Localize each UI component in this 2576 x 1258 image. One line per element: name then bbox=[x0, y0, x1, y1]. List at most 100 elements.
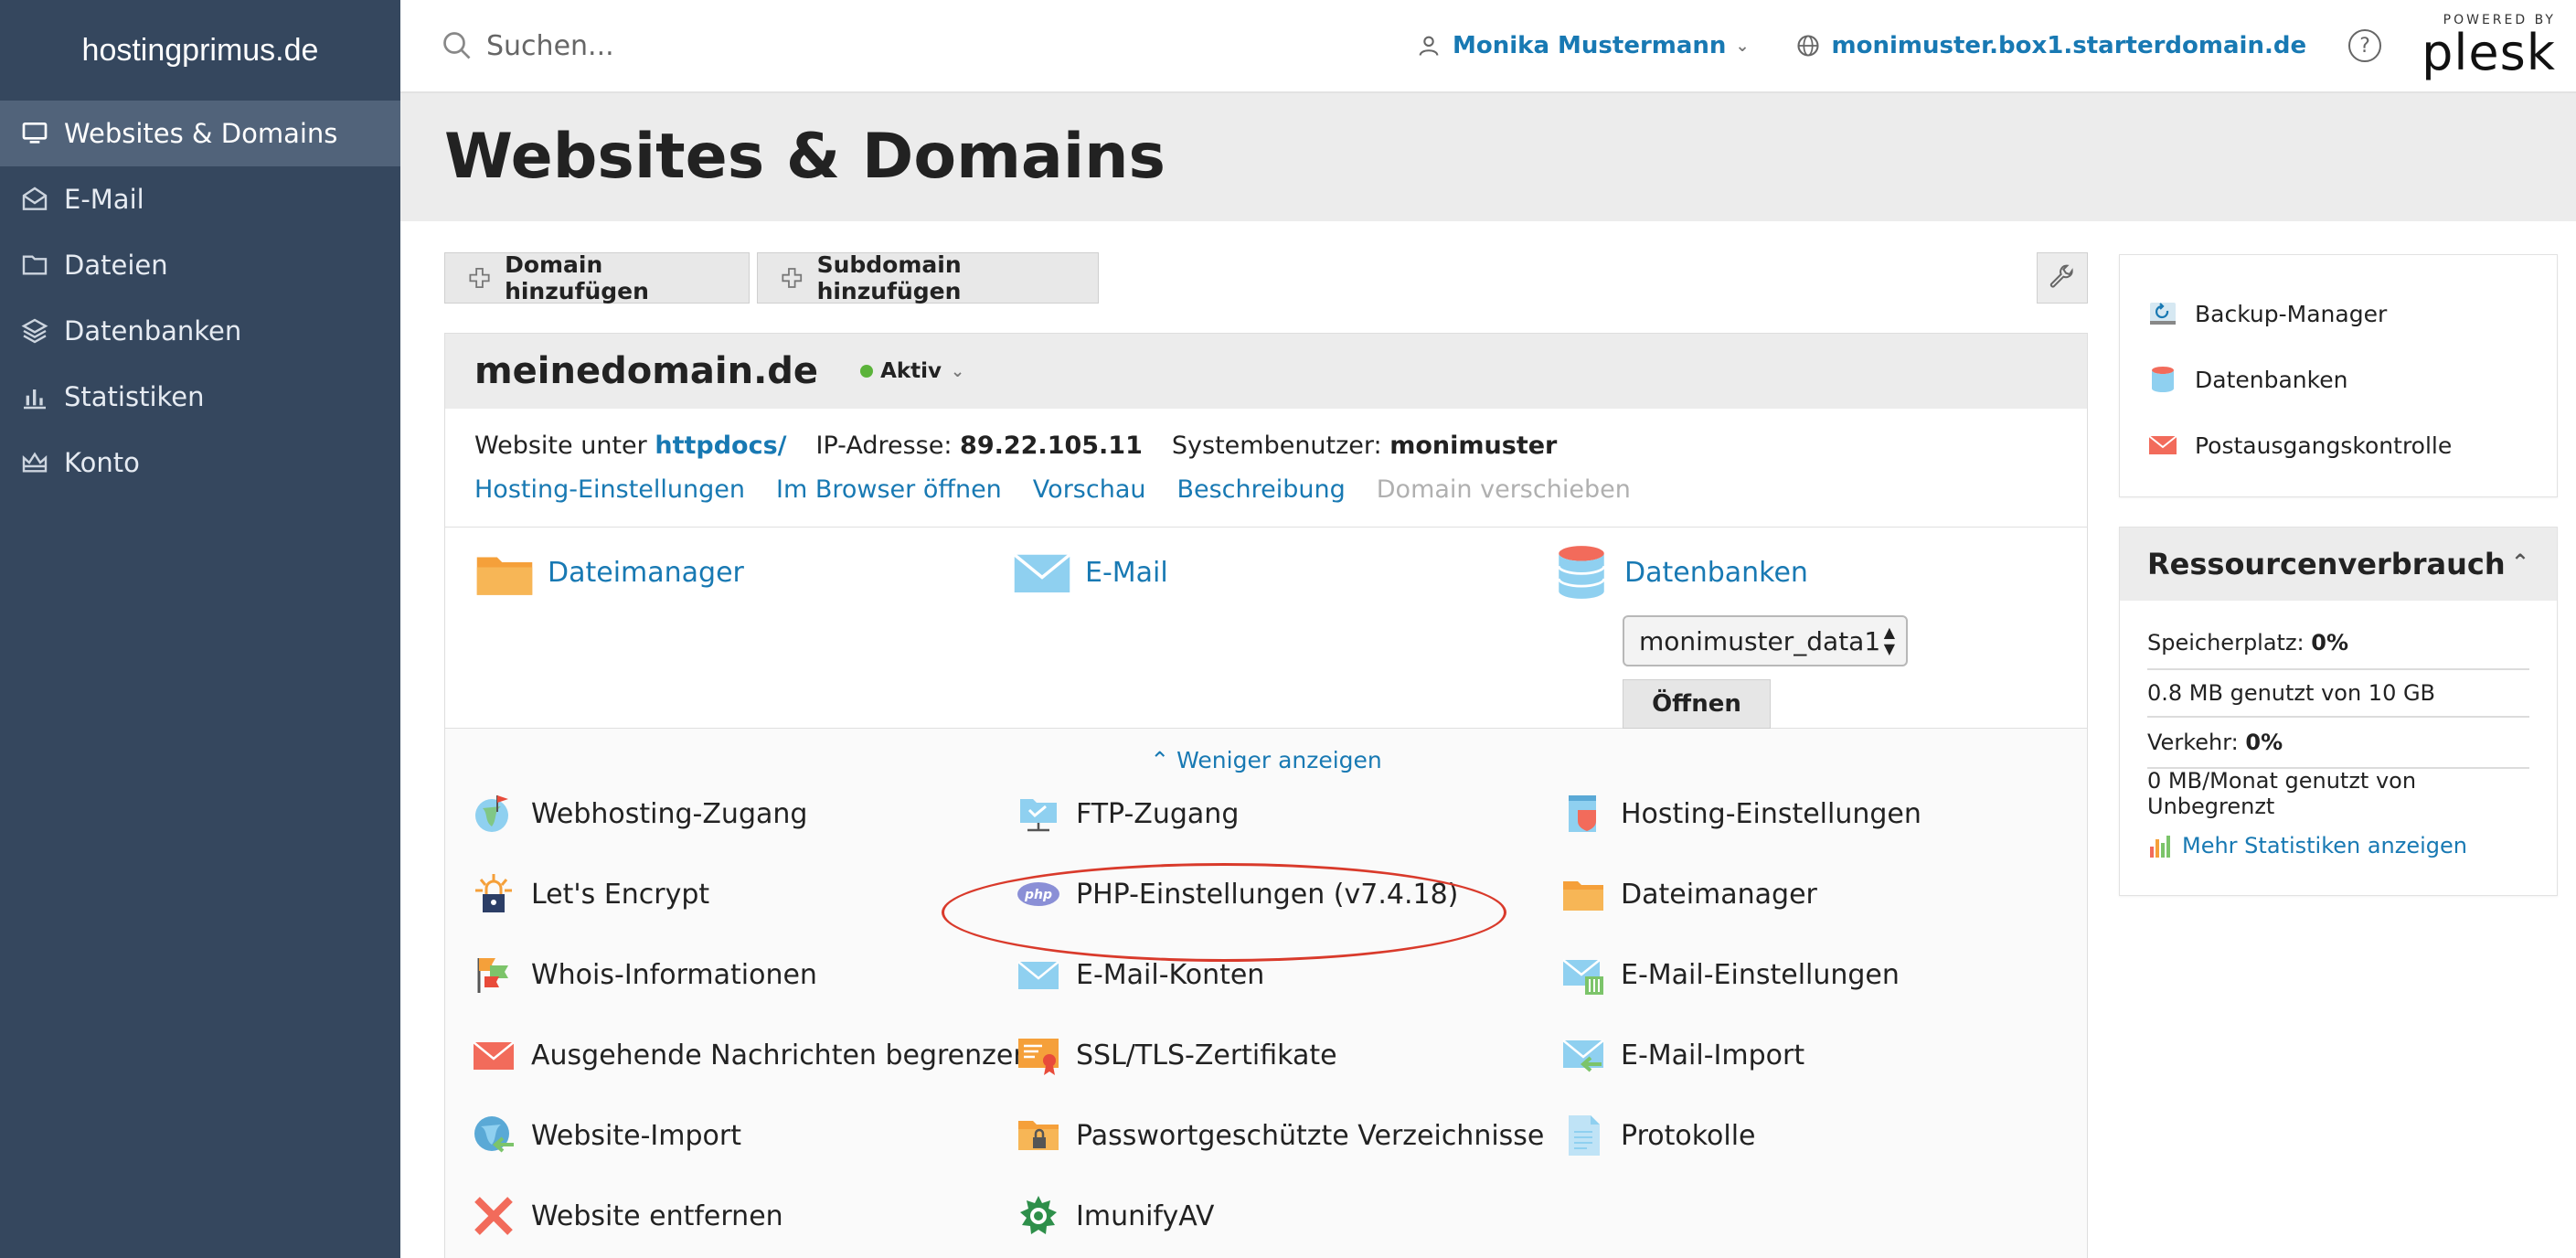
website-path-link[interactable]: httpdocs/ bbox=[655, 432, 786, 460]
tool-imunifyav[interactable]: ImunifyAV bbox=[1016, 1193, 1214, 1239]
outgoing-mail-icon bbox=[2148, 435, 2177, 454]
traffic-used-row: 0 MB/Monat genutzt von Unbegrenzt bbox=[2147, 767, 2529, 819]
tool-label: Ausgehende Nachrichten begrenzen bbox=[531, 1039, 1031, 1071]
chevron-up-icon[interactable]: ⌃ bbox=[2511, 549, 2529, 575]
sidebar-item-statistics[interactable]: Statistiken bbox=[0, 364, 400, 430]
resource-usage-header[interactable]: Ressourcenverbrauch ⌃ bbox=[2120, 528, 2557, 601]
storage-label: Speicherplatz: bbox=[2147, 630, 2305, 656]
outgoing-mail-control-label: Postausgangskontrolle bbox=[2195, 432, 2453, 459]
quick-filemanager[interactable]: Dateimanager bbox=[474, 542, 744, 602]
tool-ssl-certificates[interactable]: SSL/TLS-Zertifikate bbox=[1016, 1032, 1337, 1078]
quick-email[interactable]: E-Mail bbox=[1012, 542, 1168, 602]
help-icon[interactable]: ? bbox=[2348, 29, 2382, 62]
show-less-label: Weniger anzeigen bbox=[1176, 746, 1382, 773]
show-less-link[interactable]: ⌃ Weniger anzeigen bbox=[445, 729, 2087, 791]
tool-label: E-Mail-Konten bbox=[1076, 958, 1265, 991]
folder-icon bbox=[1560, 871, 1606, 917]
tool-protected-directories[interactable]: Passwortgeschützte Verzeichnisse bbox=[1016, 1113, 1544, 1158]
add-subdomain-label: Subdomain hinzufügen bbox=[816, 251, 962, 304]
outgoing-mail-control-link[interactable]: Postausgangskontrolle bbox=[2120, 412, 2557, 478]
subscription-domain: monimuster.box1.starterdomain.de bbox=[1831, 32, 2307, 59]
domain-status-dropdown[interactable]: Aktiv ⌄ bbox=[860, 359, 964, 383]
lets-encrypt-icon bbox=[471, 871, 516, 917]
domain-name: meinedomain.de bbox=[474, 350, 819, 392]
log-file-icon bbox=[1560, 1113, 1606, 1158]
subscription-domain-link[interactable]: monimuster.box1.starterdomain.de bbox=[1795, 32, 2307, 59]
more-statistics-link[interactable]: Mehr Statistiken anzeigen bbox=[2147, 818, 2529, 873]
sidebar-item-email[interactable]: E-Mail bbox=[0, 166, 400, 232]
envelope-icon bbox=[1016, 952, 1061, 997]
tool-website-import[interactable]: Website-Import bbox=[471, 1113, 741, 1158]
ip-label: IP-Adresse: bbox=[815, 431, 953, 460]
tool-filemanager[interactable]: Dateimanager bbox=[1560, 871, 1817, 917]
tool-hosting-settings[interactable]: Hosting-Einstellungen bbox=[1560, 791, 1921, 837]
resource-usage-panel: Ressourcenverbrauch ⌃ Speicherplatz: 0% … bbox=[2119, 527, 2558, 896]
tool-label: Website-Import bbox=[531, 1119, 741, 1152]
envelope-icon bbox=[1013, 553, 1071, 592]
php-icon: php bbox=[1016, 871, 1061, 917]
sidebar-item-label: Websites & Domains bbox=[64, 118, 338, 149]
imunify-icon bbox=[1016, 1193, 1061, 1239]
sidebar-item-account[interactable]: Konto bbox=[0, 430, 400, 496]
sidebar-item-label: E-Mail bbox=[64, 184, 144, 215]
tool-email-import[interactable]: E-Mail-Import bbox=[1560, 1032, 1804, 1078]
tool-ftp-access[interactable]: FTP-Zugang bbox=[1016, 791, 1239, 837]
database-select[interactable]: monimuster_data1 ▲ ▼ bbox=[1623, 615, 1908, 666]
topbar-right: Monika Mustermann ⌄ monimuster.box1.star… bbox=[1416, 0, 2576, 91]
email-import-icon bbox=[1560, 1032, 1606, 1078]
traffic-used: 0 MB/Monat genutzt von Unbegrenzt bbox=[2147, 768, 2417, 819]
storage-used: 0.8 MB genutzt von 10 GB bbox=[2147, 680, 2436, 706]
sidebar-item-websites-domains[interactable]: Websites & Domains bbox=[0, 101, 400, 166]
tool-label: Hosting-Einstellungen bbox=[1621, 797, 1921, 830]
search-input[interactable] bbox=[486, 29, 1126, 62]
preview-link[interactable]: Vorschau bbox=[1033, 475, 1146, 504]
sidebar-item-databases[interactable]: Datenbanken bbox=[0, 298, 400, 364]
open-in-browser-link[interactable]: Im Browser öffnen bbox=[776, 475, 1002, 504]
website-import-icon bbox=[471, 1113, 516, 1158]
domain-info-line: Website unter httpdocs/ IP-Adresse: 89.2… bbox=[474, 425, 2058, 465]
sidebar-item-files[interactable]: Dateien bbox=[0, 232, 400, 298]
tool-php-settings[interactable]: php PHP-Einstellungen (v7.4.18) bbox=[1016, 871, 1458, 917]
main-content: Domain hinzufügen Subdomain hinzufügen m… bbox=[400, 221, 2101, 1258]
svg-text:php: php bbox=[1024, 888, 1052, 902]
page-header: Websites & Domains bbox=[400, 93, 2576, 221]
ip-address: 89.22.105.11 bbox=[960, 431, 1143, 460]
tool-label: FTP-Zugang bbox=[1076, 797, 1240, 830]
add-domain-button[interactable]: Domain hinzufügen bbox=[444, 251, 750, 304]
user-menu[interactable]: Monika Mustermann ⌄ bbox=[1416, 32, 1750, 59]
search-icon bbox=[443, 32, 471, 59]
select-arrows-icon: ▲ ▼ bbox=[1883, 624, 1895, 657]
quick-databases[interactable]: Datenbanken bbox=[1551, 542, 1808, 602]
hosting-settings-icon bbox=[1560, 791, 1606, 837]
add-subdomain-button[interactable]: Subdomain hinzufügen bbox=[757, 251, 1099, 304]
tool-email-accounts[interactable]: E-Mail-Konten bbox=[1016, 952, 1264, 997]
sidebar-item-label: Statistiken bbox=[64, 381, 205, 412]
databases-link[interactable]: Datenbanken bbox=[2120, 346, 2557, 412]
sysuser-label: Systembenutzer: bbox=[1171, 431, 1382, 460]
remove-x-icon bbox=[471, 1193, 516, 1239]
locked-folder-icon bbox=[1016, 1113, 1061, 1158]
tool-limit-outgoing[interactable]: Ausgehende Nachrichten begrenzen bbox=[471, 1032, 1030, 1078]
resource-usage-title: Ressourcenverbrauch bbox=[2147, 547, 2506, 581]
wrench-settings-button[interactable] bbox=[2037, 252, 2088, 304]
tool-email-settings[interactable]: E-Mail-Einstellungen bbox=[1560, 952, 1900, 997]
tool-lets-encrypt[interactable]: Let's Encrypt bbox=[471, 871, 709, 917]
ftp-folder-icon bbox=[1016, 791, 1061, 837]
description-link[interactable]: Beschreibung bbox=[1176, 475, 1345, 504]
chevron-down-icon: ⌄ bbox=[951, 361, 965, 381]
tool-remove-website[interactable]: Website entfernen bbox=[471, 1193, 783, 1239]
tool-webhosting-access[interactable]: Webhosting-Zugang bbox=[471, 791, 807, 837]
hosting-settings-link[interactable]: Hosting-Einstellungen bbox=[474, 475, 745, 504]
move-domain-link: Domain verschieben bbox=[1376, 474, 1631, 504]
envelope-red-icon bbox=[471, 1032, 516, 1078]
tool-logs[interactable]: Protokolle bbox=[1560, 1113, 1756, 1158]
quick-links-panel: Backup-Manager Datenbanken Postausgangsk… bbox=[2119, 254, 2558, 497]
tool-whois[interactable]: Whois-Informationen bbox=[471, 952, 817, 997]
quick-filemanager-label: Dateimanager bbox=[548, 556, 744, 589]
email-settings-icon bbox=[1560, 952, 1606, 997]
backup-manager-link[interactable]: Backup-Manager bbox=[2120, 281, 2557, 346]
traffic-label: Verkehr: bbox=[2147, 730, 2239, 755]
brand-name[interactable]: hostingprimus.de bbox=[0, 0, 400, 101]
open-database-button[interactable]: Öffnen bbox=[1623, 679, 1771, 729]
tool-label: Website entfernen bbox=[531, 1199, 783, 1232]
